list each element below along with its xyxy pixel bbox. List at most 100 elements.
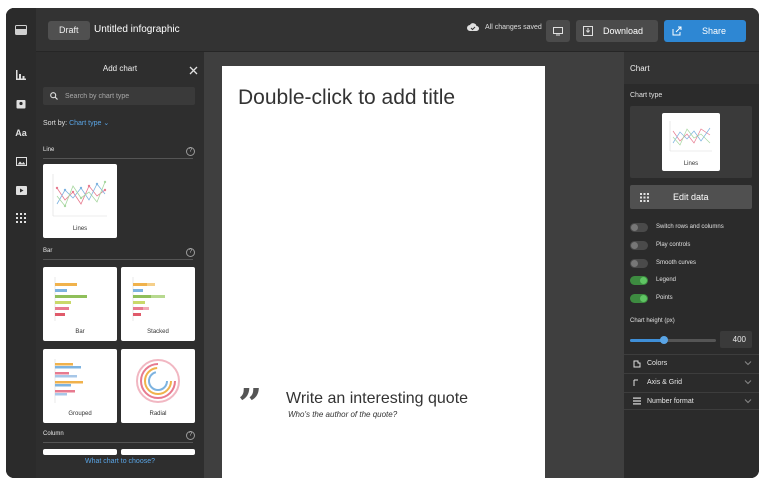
sort-value: Chart type xyxy=(69,120,102,127)
chart-settings-panel: Chart Chart type Lines Edit data Switch … xyxy=(624,52,759,478)
chart-option-lines[interactable]: Lines xyxy=(43,164,117,238)
save-status: All changes saved xyxy=(467,23,542,31)
toggle-legend[interactable]: Legend xyxy=(630,274,676,286)
slider-fill xyxy=(630,339,665,342)
accordion-colors[interactable]: Colors xyxy=(624,354,759,372)
toggle-smooth-curves[interactable]: Smooth curves xyxy=(630,257,696,269)
chart-height-label: Chart height (px) xyxy=(630,318,675,324)
help-icon[interactable]: ? xyxy=(186,431,195,440)
document-title[interactable]: Untitled infographic xyxy=(94,24,180,35)
radial-bar-thumbnail-icon xyxy=(136,359,180,403)
tool-rail: Aa xyxy=(6,52,36,478)
canvas-area: Double-click to add title ” Write an int… xyxy=(204,52,624,478)
chevron-down-icon xyxy=(744,361,752,366)
chart-height-input[interactable] xyxy=(720,331,752,348)
card-label: Lines xyxy=(72,226,88,232)
chart-type-label: Chart type xyxy=(630,92,663,99)
map-icon xyxy=(16,100,26,109)
close-panel-button[interactable] xyxy=(189,62,199,75)
card-label: Radial xyxy=(149,411,167,417)
sort-dropdown[interactable]: Chart type ⌄ xyxy=(69,120,109,127)
sort-label: Sort by: xyxy=(43,120,68,127)
section-line: Line ? xyxy=(43,147,195,159)
card-label: Grouped xyxy=(68,411,92,417)
section-bar-label: Bar xyxy=(43,248,53,254)
chevron-down-icon xyxy=(744,380,752,385)
chart-type-selector[interactable]: Lines xyxy=(630,106,752,178)
toggle-points[interactable]: Points xyxy=(630,292,673,304)
rail-video[interactable] xyxy=(14,183,28,197)
home-button[interactable] xyxy=(6,8,36,52)
close-icon xyxy=(189,66,198,75)
card-label: Stacked xyxy=(147,329,169,335)
selected-chart-type[interactable]: Lines xyxy=(662,113,720,171)
chart-height-slider[interactable] xyxy=(630,336,716,344)
preview-button[interactable] xyxy=(546,20,570,42)
add-chart-panel: Add chart Sort by: Chart type ⌄ Line ? xyxy=(36,52,231,478)
quote-icon: ” xyxy=(238,380,263,429)
rail-images[interactable] xyxy=(14,154,28,168)
help-icon[interactable]: ? xyxy=(186,248,195,257)
accordion-axis-grid[interactable]: Axis & Grid xyxy=(624,373,759,391)
toggle-switch[interactable] xyxy=(630,258,648,268)
draft-badge[interactable]: Draft xyxy=(48,21,90,40)
search-icon xyxy=(50,92,58,100)
palette-icon xyxy=(633,360,641,367)
chart-option-bar[interactable]: Bar xyxy=(43,267,117,341)
sort-control: Sort by: Chart type ⌄ xyxy=(43,119,109,127)
rail-more[interactable] xyxy=(14,211,28,225)
chart-search[interactable] xyxy=(43,87,195,105)
slider-handle[interactable] xyxy=(660,336,669,344)
section-line-label: Line xyxy=(43,147,55,153)
rail-text[interactable]: Aa xyxy=(14,126,28,140)
toggle-switch[interactable] xyxy=(630,293,648,303)
edit-data-label: Edit data xyxy=(673,192,709,202)
chart-option-radial[interactable]: Radial xyxy=(121,349,195,423)
grouped-bar-thumbnail-icon xyxy=(54,359,83,403)
accordion-number-format[interactable]: Number format xyxy=(624,392,759,410)
rail-maps[interactable] xyxy=(14,97,28,111)
toggle-switch[interactable] xyxy=(630,240,648,250)
toggle-switch[interactable] xyxy=(630,222,648,232)
chevron-down-icon: ⌄ xyxy=(103,120,110,127)
page-title[interactable]: Double-click to add title xyxy=(238,86,455,110)
toggle-label: Points xyxy=(656,295,673,301)
bar-chart-thumbnail-icon xyxy=(54,277,87,321)
download-label: Download xyxy=(603,26,644,36)
top-bar: Draft Untitled infographic All changes s… xyxy=(6,8,759,52)
accordion-label: Colors xyxy=(647,360,668,367)
accordion-label: Number format xyxy=(647,397,694,405)
line-chart-thumbnail-icon xyxy=(52,174,107,217)
download-icon xyxy=(583,26,593,36)
table-grid-icon xyxy=(640,192,649,202)
rail-charts[interactable] xyxy=(14,68,28,82)
share-button[interactable]: Share xyxy=(664,20,746,42)
what-chart-link[interactable]: What chart to choose? xyxy=(36,458,204,465)
charts-icon xyxy=(16,70,26,80)
download-button[interactable]: Download xyxy=(576,20,658,42)
quote-text[interactable]: Write an interesting quote xyxy=(286,390,468,408)
share-icon xyxy=(672,26,682,36)
text-icon: Aa xyxy=(15,128,27,138)
toggle-label: Play controls xyxy=(656,242,691,248)
chart-option-stacked[interactable]: Stacked xyxy=(121,267,195,341)
line-chart-thumbnail-icon xyxy=(669,121,712,152)
chart-option-grouped[interactable]: Grouped xyxy=(43,349,117,423)
section-bar: Bar ? xyxy=(43,248,195,260)
search-input[interactable] xyxy=(65,92,190,100)
infographic-page[interactable]: Double-click to add title ” Write an int… xyxy=(222,66,545,478)
image-icon xyxy=(15,156,27,166)
inbox-icon xyxy=(15,25,27,35)
chart-option-column-1[interactable] xyxy=(43,449,117,455)
accordion-label: Axis & Grid xyxy=(647,379,683,386)
edit-data-button[interactable]: Edit data xyxy=(630,185,752,209)
toggle-label: Legend xyxy=(656,277,677,283)
help-icon[interactable]: ? xyxy=(186,147,195,156)
chart-option-column-2[interactable] xyxy=(121,449,195,455)
settings-header: Chart xyxy=(624,52,759,84)
toggle-switch-rows[interactable]: Switch rows and columns xyxy=(630,221,724,233)
toggle-play-controls[interactable]: Play controls xyxy=(630,239,690,251)
toggle-switch[interactable] xyxy=(630,275,648,285)
quote-author[interactable]: Who's the author of the quote? xyxy=(288,410,397,419)
stacked-bar-thumbnail-icon xyxy=(132,277,165,321)
